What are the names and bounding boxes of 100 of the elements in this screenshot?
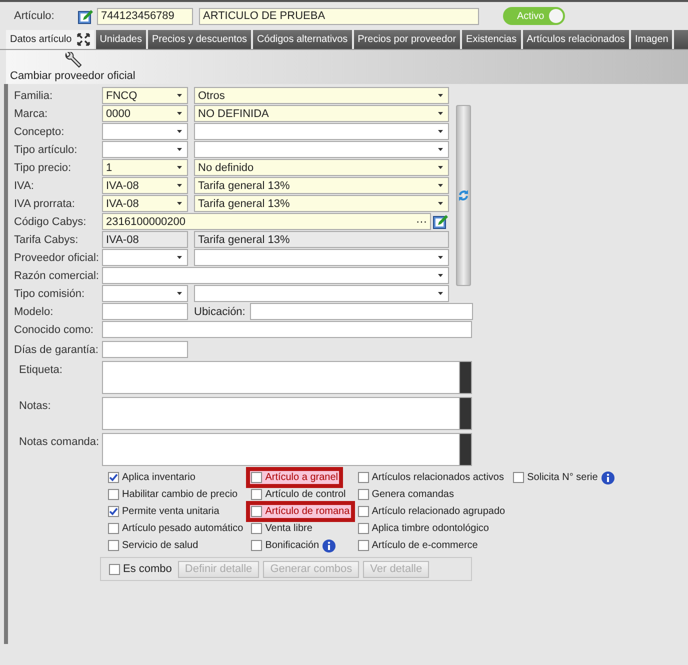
dropdown-field[interactable] xyxy=(102,267,449,284)
dropdown-arrow-icon[interactable] xyxy=(177,202,182,205)
code-dropdown[interactable]: IVA-08 xyxy=(102,195,188,212)
dropdown-arrow-icon[interactable] xyxy=(438,112,443,115)
dropdown-arrow-icon[interactable] xyxy=(177,184,182,187)
dropdown-arrow-icon[interactable] xyxy=(177,256,182,259)
name-field[interactable]: ARTICULO DE PRUEBA xyxy=(199,8,479,24)
option-label: Artículos relacionados activos xyxy=(372,472,504,483)
checkbox[interactable] xyxy=(513,472,524,483)
checkbox[interactable] xyxy=(251,472,262,483)
dropdown-arrow-icon[interactable] xyxy=(177,166,182,169)
checkbox-option[interactable]: Habilitar cambio de precio xyxy=(106,487,240,502)
dropdown-arrow-icon[interactable] xyxy=(438,94,443,97)
dropdown-arrow-icon[interactable] xyxy=(177,130,182,133)
checkbox-option[interactable]: Artículo de control xyxy=(249,487,348,502)
checkbox-option[interactable]: Genera comandas xyxy=(356,487,456,502)
wrench-icon xyxy=(62,52,83,70)
dropdown-arrow-icon[interactable] xyxy=(438,184,443,187)
description-dropdown[interactable]: Tarifa general 13% xyxy=(194,195,449,212)
checkbox[interactable] xyxy=(108,523,119,534)
dropdown-arrow-icon[interactable] xyxy=(177,94,182,97)
edit-icon[interactable] xyxy=(78,8,93,24)
change-supplier-button[interactable]: Cambiar proveedor oficial xyxy=(10,52,136,82)
refresh-icon[interactable] xyxy=(458,189,469,202)
checkbox[interactable] xyxy=(108,506,119,517)
description-dropdown[interactable]: NO DEFINIDA xyxy=(194,105,449,122)
checkbox-option[interactable]: Permite venta unitaria xyxy=(106,504,222,519)
tab[interactable]: Unidades xyxy=(96,30,146,49)
checkbox-option[interactable]: Artículo de romana xyxy=(249,504,352,519)
checkbox-option[interactable]: Aplica inventario xyxy=(106,470,198,485)
checkbox[interactable] xyxy=(251,506,262,517)
code-field[interactable]: IVA-08 xyxy=(102,231,188,248)
dropdown-arrow-icon[interactable] xyxy=(438,256,443,259)
description-dropdown[interactable]: No definido xyxy=(194,159,449,176)
tab[interactable]: Datos artículo xyxy=(6,30,94,49)
text-area[interactable] xyxy=(102,361,472,394)
checkbox[interactable] xyxy=(108,489,119,500)
dropdown-arrow-icon[interactable] xyxy=(177,148,182,151)
dropdown-arrow-icon[interactable] xyxy=(438,274,443,277)
checkbox-option[interactable]: Solicita N° serie xyxy=(511,470,617,485)
scrollbar[interactable] xyxy=(459,398,471,429)
text-field[interactable] xyxy=(102,341,188,358)
checkbox[interactable] xyxy=(109,564,120,574)
field-label: Marca: xyxy=(14,108,49,120)
text-area[interactable] xyxy=(102,397,472,430)
tab[interactable]: Artículos relacionados xyxy=(522,30,629,49)
dropdown-arrow-icon[interactable] xyxy=(177,112,182,115)
expand-icon[interactable] xyxy=(76,33,90,46)
text-field[interactable] xyxy=(250,303,473,320)
scrollbar[interactable] xyxy=(459,362,471,393)
code-dropdown[interactable]: IVA-08 xyxy=(102,177,188,194)
checkbox[interactable] xyxy=(251,540,262,551)
checkbox[interactable] xyxy=(251,523,262,534)
text-field[interactable] xyxy=(102,321,472,338)
dropdown-arrow-icon[interactable] xyxy=(438,166,443,169)
checkbox[interactable] xyxy=(358,506,369,517)
dropdown-arrow-icon[interactable] xyxy=(438,148,443,151)
tab[interactable]: Códigos alternativos xyxy=(253,30,352,49)
text-field[interactable] xyxy=(102,303,188,320)
dropdown-arrow-icon[interactable] xyxy=(438,130,443,133)
dropdown-arrow-icon[interactable] xyxy=(177,292,182,295)
code-field[interactable]: 744123456789 xyxy=(97,8,193,24)
tab[interactable]: Imagen xyxy=(631,30,672,49)
description-dropdown[interactable]: Otros xyxy=(194,87,449,104)
checkbox[interactable] xyxy=(251,489,262,500)
checkbox-option[interactable]: Artículos relacionados activos xyxy=(356,470,506,485)
checkbox-option[interactable]: Artículo relacionado agrupado xyxy=(356,504,508,519)
checkbox[interactable] xyxy=(358,540,369,551)
dropdown-arrow-icon[interactable] xyxy=(438,292,443,295)
tab[interactable]: Existencias xyxy=(462,30,521,49)
checkbox[interactable] xyxy=(108,540,119,551)
tab[interactable]: Precios por proveedor xyxy=(354,30,460,49)
checkbox[interactable] xyxy=(358,523,369,534)
code-dropdown[interactable]: 0000 xyxy=(102,105,188,122)
checkbox-option[interactable]: Aplica timbre odontológico xyxy=(356,521,491,536)
info-icon[interactable] xyxy=(322,538,336,552)
info-icon[interactable] xyxy=(600,470,615,484)
code-dropdown[interactable]: 1 xyxy=(102,159,188,176)
code-field[interactable]: 2316100000200 ··· xyxy=(102,213,431,230)
checkbox[interactable] xyxy=(358,489,369,500)
checkbox-option[interactable]: Artículo de e-commerce xyxy=(356,538,480,553)
option-label: Bonificación xyxy=(265,540,320,551)
tab[interactable]: Precios y descuentos xyxy=(148,30,252,49)
text-area[interactable] xyxy=(102,433,472,466)
checkbox-option[interactable]: Bonificación xyxy=(249,538,338,553)
checkbox-option[interactable]: Servicio de salud xyxy=(106,538,200,553)
scrollbar[interactable] xyxy=(459,434,471,465)
checkbox[interactable] xyxy=(358,472,369,483)
description-field[interactable]: Tarifa general 13% xyxy=(194,231,449,248)
checkbox[interactable] xyxy=(108,472,119,483)
code-dropdown[interactable]: FNCQ xyxy=(102,87,188,104)
option-label: Habilitar cambio de precio xyxy=(122,489,238,500)
field-label: Familia: xyxy=(14,90,54,102)
edit-icon[interactable] xyxy=(433,214,448,229)
description-dropdown[interactable]: Tarifa general 13% xyxy=(194,177,449,194)
checkbox-option[interactable]: Venta libre xyxy=(249,521,314,536)
checkbox-option[interactable]: Artículo pesado automático xyxy=(106,521,246,536)
dropdown-arrow-icon[interactable] xyxy=(438,202,443,205)
lookup-button[interactable]: ··· xyxy=(416,216,427,228)
checkbox-option[interactable]: Artículo a granel xyxy=(249,470,340,485)
